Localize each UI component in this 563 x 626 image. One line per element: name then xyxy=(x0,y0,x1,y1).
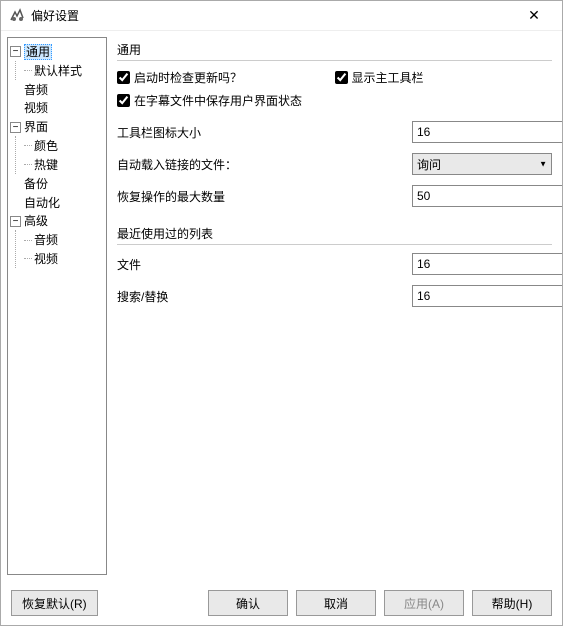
ok-button[interactable]: 确认 xyxy=(208,590,288,616)
check-update-checkbox[interactable] xyxy=(117,71,130,84)
toolbar-icon-size-spinner[interactable]: ▲ ▼ xyxy=(412,121,552,143)
recent-search-spinner[interactable]: ▲ ▼ xyxy=(412,285,552,307)
content-panel: 通用 启动时检查更新吗？ 显示主工具栏 在字幕文件中保存用户界面状态 工具栏 xyxy=(111,31,562,581)
recent-files-label: 文件 xyxy=(117,256,412,273)
tree-node-adv-audio[interactable]: 音频 xyxy=(24,230,104,249)
close-button[interactable]: ✕ xyxy=(514,2,554,30)
row-recent-files: 文件 ▲ ▼ xyxy=(117,253,552,275)
app-icon xyxy=(9,8,25,24)
toolbar-icon-size-label: 工具栏图标大小 xyxy=(117,124,412,141)
row-recent-search: 搜索/替换 ▲ ▼ xyxy=(117,285,552,307)
tree-node-adv-video[interactable]: 视频 xyxy=(24,249,104,268)
row-toolbar-icon-size: 工具栏图标大小 ▲ ▼ xyxy=(117,121,552,143)
section-recent-title: 最近使用过的列表 xyxy=(117,225,552,245)
tree-node-advanced[interactable]: −高级 音频 视频 xyxy=(10,211,104,267)
body: −通用 默认样式 音频 视频 −界面 颜色 热键 备份 xyxy=(1,31,562,581)
undo-max-input[interactable] xyxy=(412,185,562,207)
save-ui-state-label: 在字幕文件中保存用户界面状态 xyxy=(134,92,302,109)
tree-node-backup[interactable]: 备份 xyxy=(10,174,104,193)
collapse-icon[interactable]: − xyxy=(10,122,21,133)
section-general-title: 通用 xyxy=(117,41,552,61)
tree-node-automation[interactable]: 自动化 xyxy=(10,193,104,212)
collapse-icon[interactable]: − xyxy=(10,46,21,57)
tree-node-video[interactable]: 视频 xyxy=(10,98,104,117)
row-undo-max: 恢复操作的最大数量 ▲ ▼ xyxy=(117,185,552,207)
tree-node-general[interactable]: −通用 默认样式 xyxy=(10,42,104,80)
close-icon: ✕ xyxy=(528,7,540,24)
check-save-ui-state[interactable]: 在字幕文件中保存用户界面状态 xyxy=(117,92,552,109)
tree-node-hotkey[interactable]: 热键 xyxy=(24,155,104,174)
cancel-button[interactable]: 取消 xyxy=(296,590,376,616)
footer: 恢复默认(R) 确认 取消 应用(A) 帮助(H) xyxy=(1,581,562,625)
recent-search-input[interactable] xyxy=(412,285,562,307)
tree-node-color[interactable]: 颜色 xyxy=(24,136,104,155)
recent-files-spinner[interactable]: ▲ ▼ xyxy=(412,253,552,275)
check-update-on-start[interactable]: 启动时检查更新吗？ xyxy=(117,69,335,86)
row-auto-load-linked: 自动载入链接的文件： 询问 ▼ xyxy=(117,153,552,175)
apply-button[interactable]: 应用(A) xyxy=(384,590,464,616)
window-title: 偏好设置 xyxy=(31,7,514,24)
recent-search-label: 搜索/替换 xyxy=(117,288,412,305)
tree-label-general[interactable]: 通用 xyxy=(24,44,52,60)
undo-max-label: 恢复操作的最大数量 xyxy=(117,188,412,205)
save-ui-state-checkbox[interactable] xyxy=(117,94,130,107)
auto-load-linked-value: 询问 xyxy=(417,156,441,173)
restore-defaults-button[interactable]: 恢复默认(R) xyxy=(11,590,98,616)
check-update-label: 启动时检查更新吗？ xyxy=(134,69,242,86)
recent-files-input[interactable] xyxy=(412,253,562,275)
check-show-toolbar[interactable]: 显示主工具栏 xyxy=(335,69,553,86)
auto-load-linked-label: 自动载入链接的文件： xyxy=(117,156,412,173)
undo-max-spinner[interactable]: ▲ ▼ xyxy=(412,185,552,207)
toolbar-icon-size-input[interactable] xyxy=(412,121,562,143)
preferences-window: 偏好设置 ✕ −通用 默认样式 音频 视频 −界面 颜色 xyxy=(0,0,563,626)
show-toolbar-label: 显示主工具栏 xyxy=(352,69,424,86)
tree-node-interface[interactable]: −界面 颜色 热键 xyxy=(10,117,104,173)
titlebar: 偏好设置 ✕ xyxy=(1,1,562,31)
auto-load-linked-select[interactable]: 询问 ▼ xyxy=(412,153,552,175)
tree-node-default-style[interactable]: 默认样式 xyxy=(24,61,104,80)
help-button[interactable]: 帮助(H) xyxy=(472,590,552,616)
category-tree[interactable]: −通用 默认样式 音频 视频 −界面 颜色 热键 备份 xyxy=(7,37,107,575)
show-toolbar-checkbox[interactable] xyxy=(335,71,348,84)
tree-node-audio[interactable]: 音频 xyxy=(10,80,104,99)
collapse-icon[interactable]: − xyxy=(10,216,21,227)
